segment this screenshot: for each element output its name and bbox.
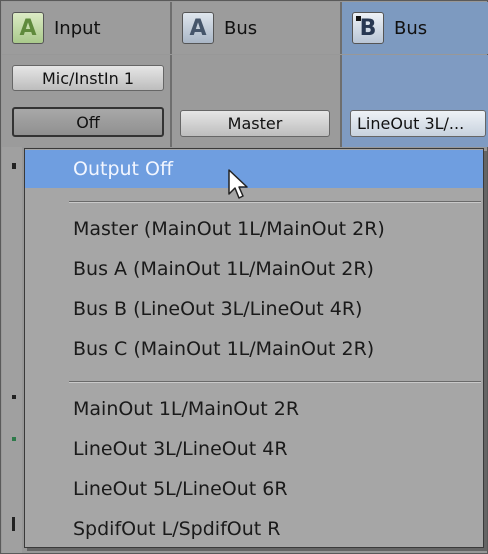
strip-tick	[12, 517, 15, 531]
input-strip-edge	[2, 147, 22, 553]
input-source-button[interactable]: Mic/InstIn 1	[12, 65, 164, 91]
letter-b-blue-icon: B	[352, 12, 384, 44]
menu-item-spdifout[interactable]: SpdifOut L/SpdifOut R	[25, 510, 483, 548]
letter-a-green-icon: A	[12, 12, 44, 44]
bus-b-header-label: Bus	[394, 17, 428, 39]
bus-b-routing-cell: LineOut 3L/...	[342, 55, 488, 147]
input-routing-cell: Mic/InstIn 1 Off	[2, 55, 172, 147]
output-routing-menu: Output Off Master (MainOut 1L/MainOut 2R…	[24, 148, 484, 548]
menu-separator	[69, 201, 481, 203]
bus-a-header-label: Bus	[224, 17, 258, 39]
input-output-button[interactable]: Off	[12, 107, 164, 137]
menu-item-output-off[interactable]: Output Off	[25, 150, 483, 188]
menu-item-mainout[interactable]: MainOut 1L/MainOut 2R	[25, 390, 483, 428]
menu-separator	[69, 381, 481, 383]
letter-a-blue-icon: A	[182, 12, 214, 44]
menu-item-bus-b[interactable]: Bus B (LineOut 3L/LineOut 4R)	[25, 290, 483, 328]
strip-tick	[12, 437, 16, 441]
bus-a-output-button[interactable]: Master	[180, 110, 330, 137]
strip-tick	[12, 395, 16, 399]
menu-item-lineout-5-6[interactable]: LineOut 5L/LineOut 6R	[25, 470, 483, 508]
input-header[interactable]: A Input	[2, 2, 172, 54]
bus-a-header[interactable]: A Bus	[172, 2, 342, 54]
bus-a-routing-cell: Master	[172, 55, 342, 147]
routing-rows: Mic/InstIn 1 Off Master LineOut 3L/...	[2, 55, 488, 147]
strip-tick	[12, 163, 16, 169]
menu-item-bus-c[interactable]: Bus C (MainOut 1L/MainOut 2R)	[25, 330, 483, 368]
arrow-cursor-icon	[228, 169, 248, 199]
menu-item-lineout-3-4[interactable]: LineOut 3L/LineOut 4R	[25, 430, 483, 468]
menu-item-bus-a[interactable]: Bus A (MainOut 1L/MainOut 2R)	[25, 250, 483, 288]
input-header-label: Input	[54, 17, 101, 39]
bus-b-header[interactable]: B Bus	[342, 2, 488, 54]
mixer-header: A Input A Bus B Bus	[2, 2, 488, 54]
badge-dot	[356, 16, 361, 21]
menu-item-master[interactable]: Master (MainOut 1L/MainOut 2R)	[25, 210, 483, 248]
bus-b-output-button[interactable]: LineOut 3L/...	[350, 110, 486, 137]
